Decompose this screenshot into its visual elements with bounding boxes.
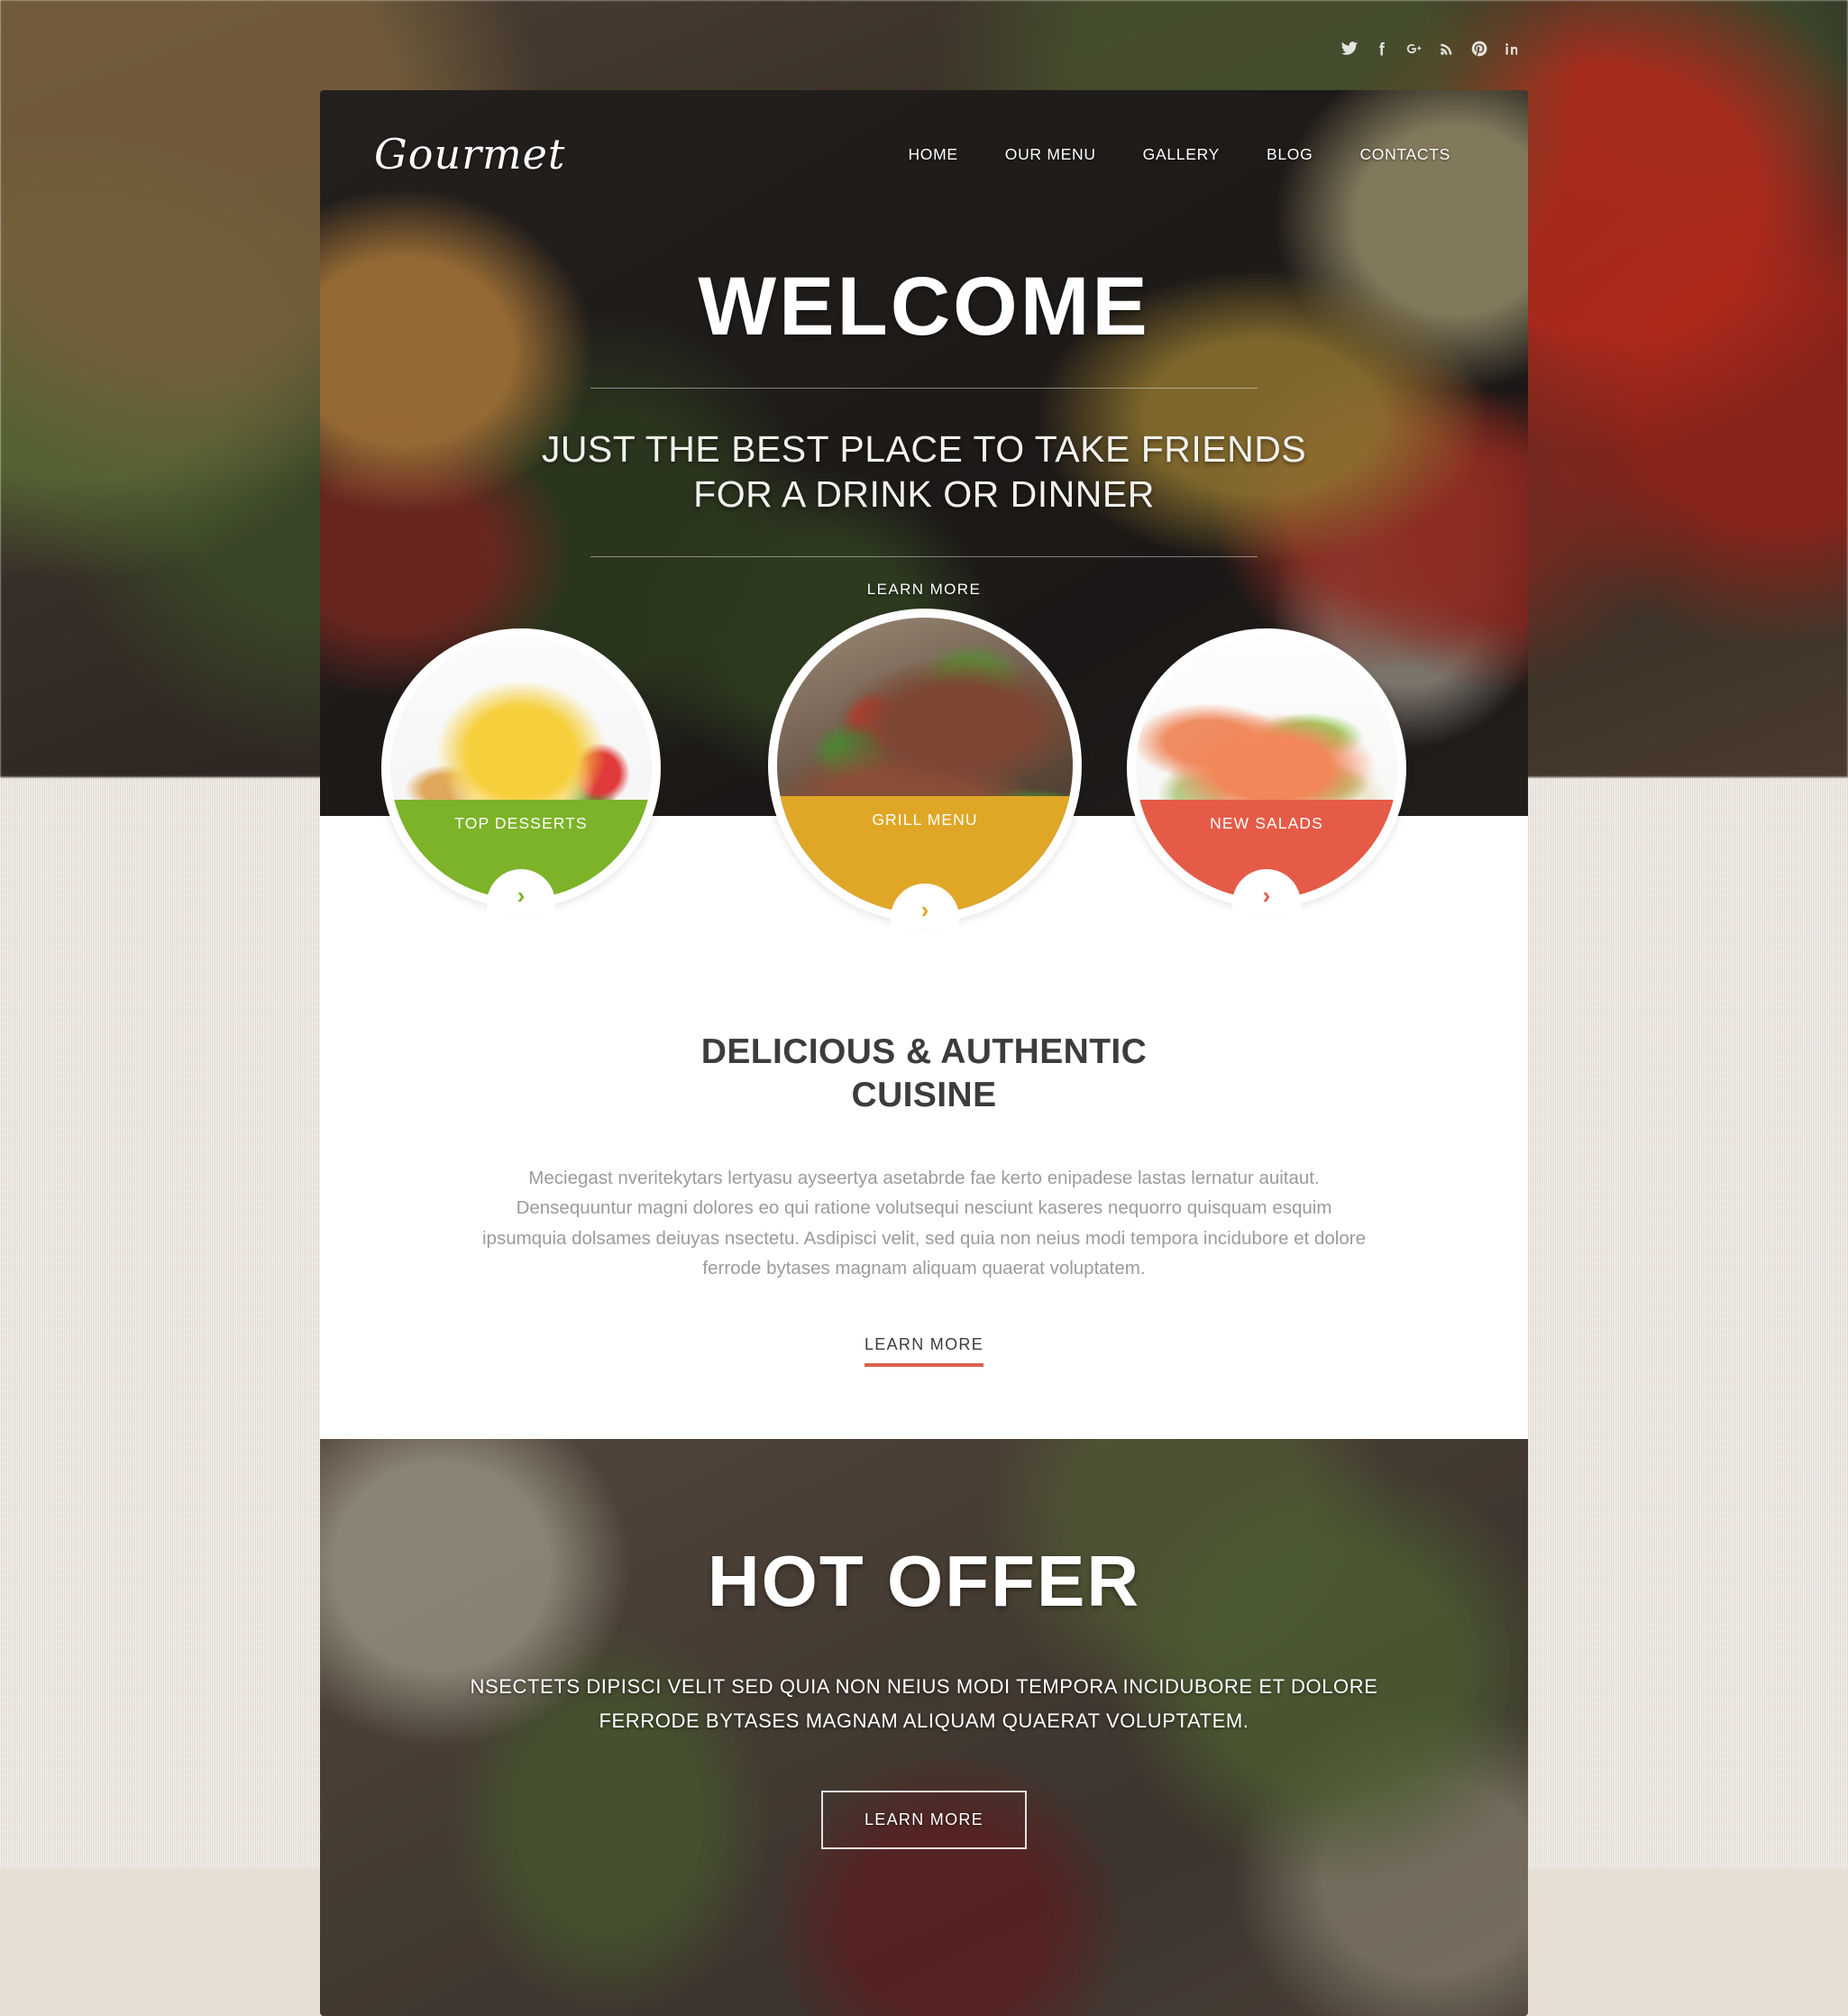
pinterest-icon xyxy=(1470,40,1488,62)
hero-divider-bottom xyxy=(590,556,1258,558)
cuisine-title-line-2: CUISINE xyxy=(851,1075,997,1114)
social-link-google-plus[interactable] xyxy=(1398,34,1431,67)
hot-offer-section: HOT OFFER NSECTETS DIPISCI VELIT SED QUI… xyxy=(320,1438,1528,2016)
social-link-pinterest[interactable] xyxy=(1463,34,1496,67)
hot-offer-line-1: NSECTETS DIPISCI VELIT SED QUIA NON NEIU… xyxy=(470,1674,1378,1698)
social-link-facebook[interactable] xyxy=(1366,34,1398,67)
twitter-icon xyxy=(1340,40,1359,62)
social-link-twitter[interactable] xyxy=(1333,34,1366,67)
menu-card-top-desserts[interactable]: TOP DESSERTS › xyxy=(381,628,661,914)
main-navigation: HOME OUR MENU GALLERY BLOG CONTACTS xyxy=(884,145,1474,164)
menu-card-new-salads[interactable]: NEW SALADS › xyxy=(1127,628,1406,914)
hot-offer-learn-more-button[interactable]: LEARN MORE xyxy=(820,1790,1028,1849)
google-plus-icon xyxy=(1405,40,1423,62)
hero-subtitle-line-2: FOR A DRINK OR DINNER xyxy=(693,473,1155,516)
menu-card-disc: GRILL MENU xyxy=(777,618,1073,913)
hot-offer-content: HOT OFFER NSECTETS DIPISCI VELIT SED QUI… xyxy=(320,1439,1528,1849)
cuisine-title: DELICIOUS & AUTHENTIC CUISINE xyxy=(320,1031,1528,1116)
chevron-right-icon: › xyxy=(517,882,526,909)
nav-item-contacts[interactable]: CONTACTS xyxy=(1336,145,1474,164)
hot-offer-line-2: FERRODE BYTASES MAGNAM ALIQUAM QUAERAT V… xyxy=(599,1709,1249,1732)
menu-card-disc: TOP DESSERTS xyxy=(390,637,652,899)
linkedin-icon xyxy=(1503,40,1521,62)
main-content-container: Gourmet HOME OUR MENU GALLERY BLOG CONTA… xyxy=(320,90,1528,2016)
menu-card-label: NEW SALADS xyxy=(1210,814,1323,832)
hot-offer-text: NSECTETS DIPISCI VELIT SED QUIA NON NEIU… xyxy=(446,1670,1402,1738)
cuisine-section: TOP DESSERTS › GRILL MENU › NEW SALADS ›… xyxy=(320,609,1528,1439)
menu-card-disc: NEW SALADS xyxy=(1136,637,1397,899)
nav-item-our-menu[interactable]: OUR MENU xyxy=(982,145,1120,164)
menu-cards-row: TOP DESSERTS › GRILL MENU › NEW SALADS › xyxy=(320,609,1528,996)
chevron-right-icon: › xyxy=(920,896,929,923)
hot-offer-title: HOT OFFER xyxy=(707,1540,1141,1621)
cuisine-paragraph: Meciegast nveritekytars lertyasu ayseert… xyxy=(481,1168,1366,1278)
cuisine-learn-more-button[interactable]: LEARN MORE xyxy=(864,1335,984,1367)
social-link-rss[interactable] xyxy=(1431,34,1463,67)
site-logo[interactable]: Gourmet xyxy=(374,130,565,179)
facebook-icon xyxy=(1373,40,1391,62)
rss-icon xyxy=(1438,40,1456,62)
menu-card-label: TOP DESSERTS xyxy=(454,814,588,832)
menu-card-grill-menu[interactable]: GRILL MENU › xyxy=(768,609,1082,929)
nav-item-home[interactable]: HOME xyxy=(884,145,981,164)
chevron-right-icon: › xyxy=(1262,882,1271,909)
hero-divider-top xyxy=(590,388,1258,389)
cuisine-title-line-1: DELICIOUS & AUTHENTIC xyxy=(700,1032,1148,1071)
menu-card-label: GRILL MENU xyxy=(872,811,978,829)
hero-learn-more-link[interactable]: LEARN MORE xyxy=(867,581,981,599)
hero-subtitle: JUST THE BEST PLACE TO TAKE FRIENDS FOR … xyxy=(320,426,1528,517)
hero-title: WELCOME xyxy=(698,261,1150,353)
nav-item-blog[interactable]: BLOG xyxy=(1243,145,1336,164)
social-links-bar xyxy=(1333,34,1528,67)
hero-subtitle-line-1: JUST THE BEST PLACE TO TAKE FRIENDS xyxy=(541,428,1307,470)
hero-content: WELCOME JUST THE BEST PLACE TO TAKE FRIE… xyxy=(320,265,1528,599)
nav-item-gallery[interactable]: GALLERY xyxy=(1120,145,1243,164)
social-link-linkedin[interactable] xyxy=(1496,34,1528,67)
site-header: Gourmet HOME OUR MENU GALLERY BLOG CONTA… xyxy=(320,90,1528,179)
